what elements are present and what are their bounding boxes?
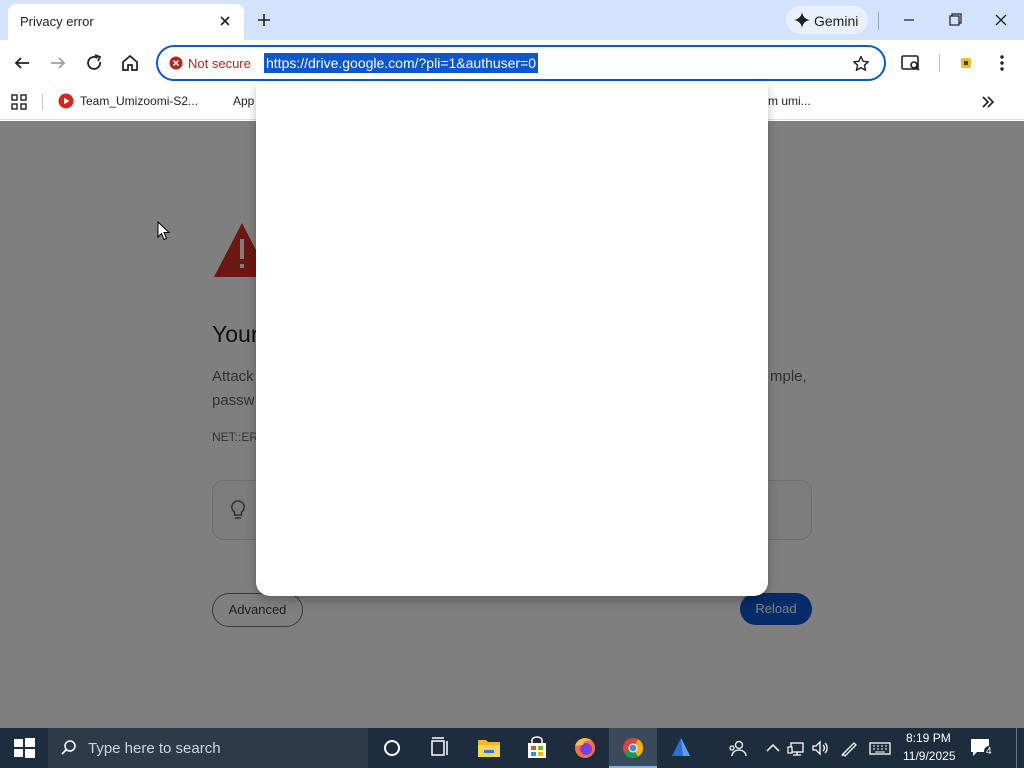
notification-center-icon[interactable]: 4: [968, 736, 994, 760]
search-icon: [60, 739, 78, 757]
divider: [42, 94, 43, 110]
tab-search-icon[interactable]: [900, 52, 922, 74]
address-bar[interactable]: Not secure https://drive.google.com/?pli…: [156, 45, 886, 81]
task-view-icon[interactable]: [416, 728, 464, 768]
bookmark-star-icon[interactable]: [852, 55, 870, 73]
reload-icon[interactable]: [81, 50, 107, 76]
youtube-icon: [58, 93, 74, 109]
volume-icon[interactable]: [811, 738, 831, 758]
app-shell-icon[interactable]: [657, 728, 705, 768]
restore-icon[interactable]: [940, 6, 970, 34]
search-placeholder: Type here to search: [88, 740, 221, 757]
keyboard-icon[interactable]: [869, 738, 891, 758]
gemini-label: Gemini: [814, 13, 859, 29]
show-desktop-button[interactable]: [1016, 728, 1024, 768]
back-arrow-icon[interactable]: [9, 50, 35, 76]
new-tab-icon[interactable]: [252, 8, 276, 32]
forward-arrow-icon[interactable]: [45, 50, 71, 76]
network-icon[interactable]: [787, 738, 807, 758]
close-tab-icon[interactable]: [214, 10, 236, 32]
not-secure-icon[interactable]: [169, 56, 183, 70]
notification-count-badge: 4: [984, 746, 994, 757]
file-explorer-icon[interactable]: [465, 728, 513, 768]
people-icon[interactable]: [727, 738, 747, 758]
minimize-icon[interactable]: [894, 6, 924, 34]
mouse-pointer-icon: [157, 220, 171, 241]
close-window-icon[interactable]: [986, 6, 1016, 34]
gemini-sparkle-icon: [794, 12, 810, 28]
taskbar: Type here to search 8:19 PM 11/9/2025 4: [0, 728, 1024, 768]
apps-grid-icon[interactable]: [10, 93, 28, 111]
taskbar-search[interactable]: Type here to search: [48, 728, 368, 768]
cortana-icon[interactable]: [368, 728, 416, 768]
bookmark-umi[interactable]: m umi...: [768, 94, 811, 108]
firefox-icon[interactable]: [561, 728, 609, 768]
chrome-icon[interactable]: [609, 728, 657, 768]
bookmark-team-umizoomi[interactable]: Team_Umizoomi-S2...: [80, 94, 198, 108]
extension-icon[interactable]: [955, 52, 977, 74]
tab-strip: Privacy error Gemini: [0, 0, 1024, 40]
microsoft-store-icon[interactable]: [513, 728, 561, 768]
chevron-double-right-icon[interactable]: [978, 93, 998, 111]
tab-privacy-error[interactable]: Privacy error: [8, 4, 244, 40]
chevron-up-icon[interactable]: [763, 738, 783, 758]
clock-date[interactable]: 11/9/2025: [903, 749, 956, 763]
url-text-selected[interactable]: https://drive.google.com/?pli=1&authuser…: [264, 53, 539, 73]
not-secure-label[interactable]: Not secure: [188, 56, 251, 71]
divider: [878, 12, 879, 30]
toolbar: Not secure https://drive.google.com/?pli…: [0, 40, 1024, 86]
divider: [939, 54, 940, 72]
clock-time[interactable]: 8:19 PM: [906, 731, 951, 745]
windows-start-icon[interactable]: [0, 728, 48, 768]
gemini-button[interactable]: Gemini: [786, 6, 868, 34]
omnibox-dropdown[interactable]: [256, 83, 768, 596]
home-icon[interactable]: [117, 50, 143, 76]
tab-title: Privacy error: [20, 14, 94, 29]
bookmark-apps[interactable]: App: [233, 94, 254, 108]
menu-kebab-icon[interactable]: [991, 52, 1013, 74]
pen-icon[interactable]: [839, 738, 859, 758]
browser-window: Privacy error Gemini Not secure https://…: [0, 0, 1024, 768]
